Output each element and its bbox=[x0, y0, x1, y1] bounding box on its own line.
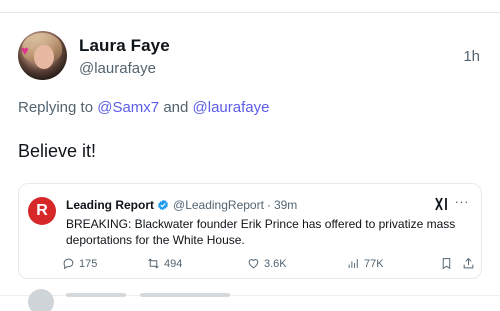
repost-count: 494 bbox=[164, 257, 183, 270]
like-button[interactable]: 3.6K bbox=[247, 257, 287, 270]
post-text: Believe it! bbox=[18, 141, 97, 161]
reply-mention-link[interactable]: @Samx7 bbox=[97, 99, 159, 116]
share-icon bbox=[463, 257, 474, 269]
views-icon bbox=[348, 259, 358, 268]
share-button[interactable] bbox=[462, 257, 475, 270]
avatar[interactable]: ♥ bbox=[18, 31, 67, 80]
quoted-post-age[interactable]: 39m bbox=[274, 198, 297, 212]
bookmark-button[interactable] bbox=[440, 257, 453, 270]
post-header: ♥ Laura Faye @laurafaye 1h bbox=[18, 31, 482, 81]
heart-sticker-icon: ♥ bbox=[21, 43, 29, 58]
views-button[interactable]: 77K bbox=[347, 257, 384, 270]
verified-badge-icon bbox=[158, 199, 168, 211]
like-count: 3.6K bbox=[264, 257, 287, 270]
reply-count: 175 bbox=[79, 257, 98, 270]
meta-separator: · bbox=[266, 198, 271, 212]
reply-mention-link[interactable]: @laurafaye bbox=[193, 99, 270, 116]
more-icon[interactable]: ··· bbox=[455, 194, 470, 209]
quoted-post-card[interactable]: R Leading Report @LeadingReport · 39m ··… bbox=[18, 183, 482, 279]
replying-prefix: Replying to bbox=[18, 99, 94, 116]
post-timestamp[interactable]: 1h bbox=[463, 48, 480, 65]
next-post-placeholder bbox=[140, 293, 230, 297]
leading-report-logo[interactable]: R bbox=[28, 197, 56, 225]
top-divider bbox=[0, 12, 500, 13]
logo-letter: R bbox=[36, 202, 48, 219]
repost-icon bbox=[148, 258, 159, 269]
quoted-post-header: Leading Report @LeadingReport · 39m bbox=[66, 198, 297, 212]
repost-button[interactable]: 494 bbox=[147, 257, 182, 270]
reply-icon bbox=[63, 258, 74, 270]
views-count: 77K bbox=[364, 257, 384, 270]
replying-to: Replying to @Samx7 and @laurafaye bbox=[18, 99, 269, 116]
author-handle[interactable]: @laurafaye bbox=[79, 60, 156, 77]
reply-button[interactable]: 175 bbox=[62, 257, 97, 270]
author-display-name[interactable]: Laura Faye bbox=[79, 36, 170, 56]
quoted-account-handle[interactable]: @LeadingReport bbox=[173, 198, 264, 212]
replying-conjunction: and bbox=[163, 99, 189, 116]
quoted-post-actions: 175 494 3.6K 77K bbox=[62, 257, 476, 273]
like-icon bbox=[248, 259, 259, 269]
bookmark-icon bbox=[442, 258, 451, 270]
next-post-avatar[interactable] bbox=[28, 289, 54, 311]
quoted-account-name[interactable]: Leading Report bbox=[66, 198, 154, 212]
quoted-post-body: BREAKING: Blackwater founder Erik Prince… bbox=[66, 217, 456, 247]
next-post-placeholder bbox=[66, 293, 126, 297]
grok-icon[interactable] bbox=[434, 197, 449, 214]
